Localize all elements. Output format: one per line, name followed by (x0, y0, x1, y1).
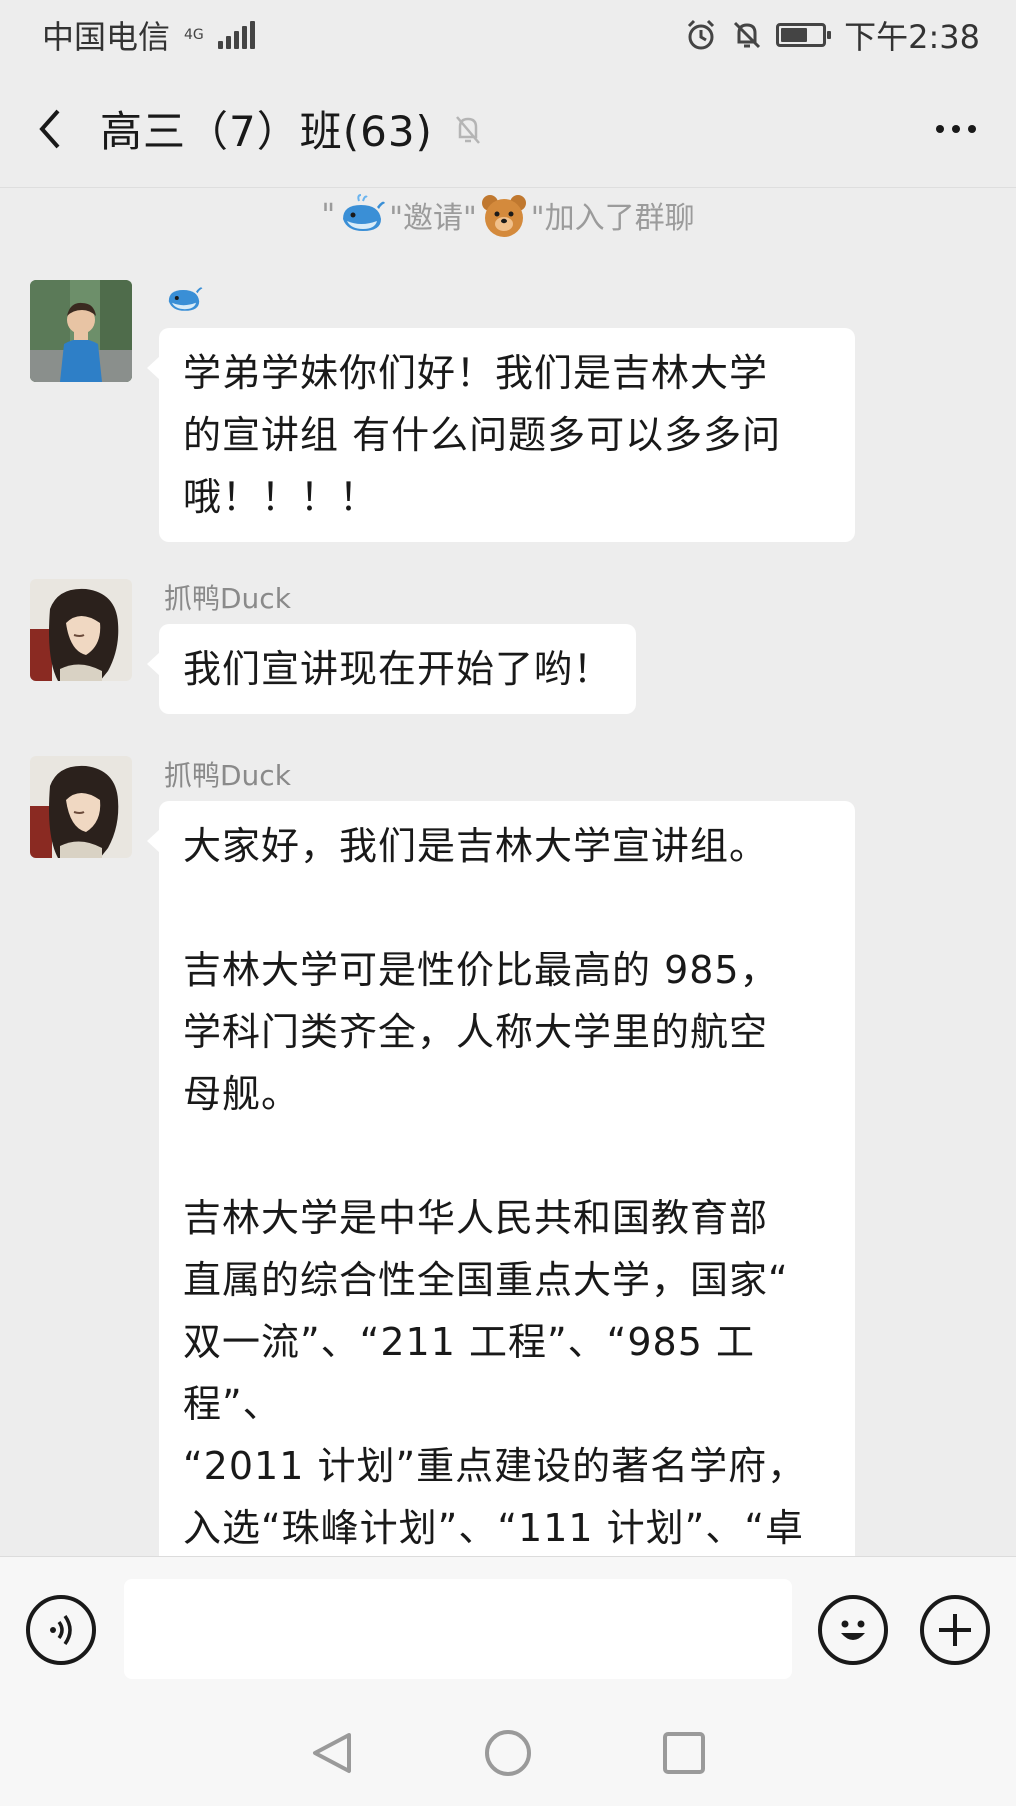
plus-button[interactable] (920, 1595, 990, 1665)
nav-back-triangle-icon (313, 1733, 351, 1773)
system-message-joined: "加入了群聊 (530, 201, 695, 236)
status-left: 中国电信 4G (42, 12, 255, 58)
bear-emoji-icon (479, 191, 529, 239)
network-badge: 4G (184, 28, 204, 42)
input-bar (0, 1556, 1016, 1700)
voice-button[interactable] (26, 1595, 96, 1665)
chat-message: 抓鸭Duck 我们宣讲现在开始了哟！ (30, 579, 1016, 729)
nav-recent-button[interactable] (656, 1725, 712, 1781)
status-right: 下午2:38 (684, 12, 980, 58)
nav-back-button[interactable] (304, 1725, 360, 1781)
chat-message: 抓鸭Duck 大家好，我们是吉林大学宣讲组。 吉林大学可是性价比最高的 985，… (30, 756, 1016, 1556)
clock: 下午2:38 (844, 18, 980, 56)
message-bubble[interactable]: 大家好，我们是吉林大学宣讲组。 吉林大学可是性价比最高的 985， 学科门类齐全… (147, 801, 855, 1556)
chat-title: 高三（7）班(63) (100, 107, 433, 156)
nav-recent-square-icon (663, 1732, 705, 1774)
chat-message: 学弟学妹你们好！我们是吉林大学 的宣讲组 有什么问题多可以多多问 哦！！！！ (30, 280, 1016, 550)
sender-name: 抓鸭Duck (164, 759, 291, 792)
back-button[interactable] (0, 70, 100, 188)
avatar[interactable] (30, 280, 132, 382)
sender-name: 抓鸭Duck (164, 582, 291, 615)
whale-emoji-icon (168, 287, 203, 311)
sender-icon (164, 280, 204, 320)
nav-home-button[interactable] (480, 1725, 536, 1781)
avatar[interactable] (30, 756, 132, 858)
avatar[interactable] (30, 579, 132, 681)
emoji-button[interactable] (818, 1595, 888, 1665)
whale-emoji-icon (337, 193, 387, 237)
status-bar: 中国电信 4G 下午2:38 (0, 0, 1016, 70)
system-message: " "邀请" "加入了群聊 (0, 189, 1016, 241)
bell-muted-icon (451, 111, 485, 147)
emoji-face-icon (841, 1620, 865, 1640)
system-message-invite: "邀请" (389, 201, 477, 236)
voice-icon (50, 1614, 72, 1646)
plus-icon (939, 1614, 971, 1646)
carrier-label: 中国电信 (42, 18, 171, 56)
message-bubble[interactable]: 我们宣讲现在开始了哟！ (146, 624, 637, 714)
battery-icon (776, 23, 832, 47)
more-dots-icon[interactable] (936, 70, 976, 188)
message-input[interactable] (124, 1579, 792, 1679)
notifications-off-icon (734, 21, 761, 49)
message-bubble[interactable]: 学弟学妹你们好！我们是吉林大学 的宣讲组 有什么问题多可以多多问 哦！！！！ (147, 328, 855, 542)
network-type: 4G (184, 27, 204, 43)
chat-area[interactable]: " "邀请" "加入了群聊 学弟学妹你们好！我们是吉林大学 的宣讲组 有什么问题… (0, 189, 1016, 1556)
signal-icon (217, 21, 255, 49)
alarm-icon (688, 19, 715, 50)
system-nav-bar (0, 1700, 1016, 1806)
nav-home-circle-icon (485, 1730, 531, 1776)
back-arrow-icon (39, 109, 60, 148)
system-message-quote: " (321, 197, 336, 233)
chat-header: 高三（7）班(63) (0, 70, 1016, 188)
